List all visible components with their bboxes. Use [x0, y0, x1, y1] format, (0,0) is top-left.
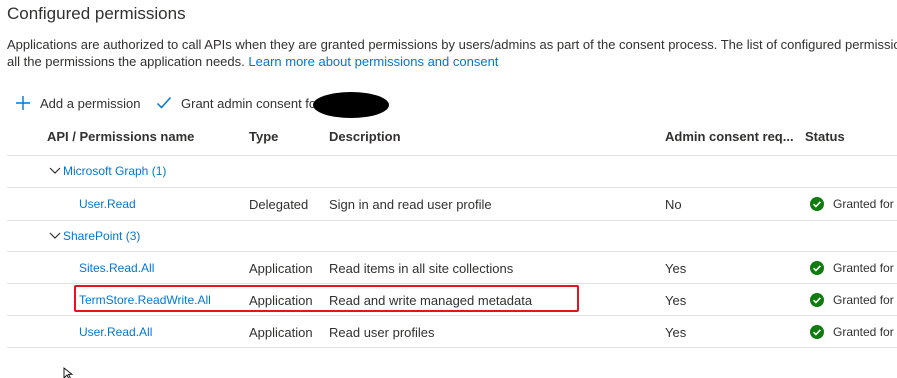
column-header-admin-consent[interactable]: Admin consent req...: [665, 129, 794, 144]
group-label: Microsoft Graph (1): [63, 164, 167, 178]
status-text: Granted for: [833, 325, 894, 339]
admin-consent-required: Yes: [665, 324, 687, 340]
check-circle-icon: [810, 293, 824, 307]
permission-link-sites-read-all[interactable]: Sites.Read.All: [79, 252, 154, 284]
admin-consent-required: Yes: [665, 292, 687, 308]
permission-description: Read items in all site collections: [329, 260, 514, 276]
column-header-api[interactable]: API / Permissions name: [47, 129, 194, 144]
description-line-2-text: all the permissions the application need…: [7, 54, 249, 69]
column-header-description[interactable]: Description: [329, 129, 401, 144]
permission-type: Application: [249, 324, 313, 340]
learn-more-link[interactable]: Learn more about permissions and consent: [248, 54, 498, 69]
highlight-box: [74, 285, 579, 312]
chevron-down-icon: [49, 231, 61, 241]
add-permission-button[interactable]: Add a permission: [14, 93, 140, 113]
status-text: Granted for: [833, 261, 894, 275]
group-toggle-microsoft-graph[interactable]: Microsoft Graph (1): [49, 155, 166, 187]
checkmark-icon: [155, 94, 173, 112]
status-cell: Granted for: [810, 316, 894, 348]
table-row: Sites.Read.All Application Read items in…: [0, 252, 897, 284]
permission-type: Application: [249, 260, 313, 276]
status-text: Granted for: [833, 197, 894, 211]
description-line-2: all the permissions the application need…: [7, 53, 897, 70]
group-row-sharepoint[interactable]: SharePoint (3): [0, 220, 897, 252]
table-row: User.Read Delegated Sign in and read use…: [0, 188, 897, 220]
add-permission-label: Add a permission: [40, 95, 141, 111]
check-circle-icon: [810, 261, 824, 275]
group-toggle-sharepoint[interactable]: SharePoint (3): [49, 220, 140, 252]
column-header-status[interactable]: Status: [805, 129, 845, 144]
section-title: Configured permissions: [7, 4, 186, 23]
table-row: User.Read.All Application Read user prof…: [0, 316, 897, 348]
group-row-microsoft-graph[interactable]: Microsoft Graph (1): [0, 155, 897, 187]
status-text: Granted for: [833, 293, 894, 307]
redaction-mark: [313, 92, 389, 118]
status-cell: Granted for: [810, 284, 894, 316]
permission-description: Read user profiles: [329, 324, 435, 340]
permission-type: Delegated: [249, 196, 309, 212]
status-cell: Granted for: [810, 252, 894, 284]
admin-consent-required: Yes: [665, 260, 687, 276]
admin-consent-required: No: [665, 196, 682, 212]
description-line-1: Applications are authorized to call APIs…: [7, 37, 897, 52]
permission-link-user-read[interactable]: User.Read: [79, 188, 136, 220]
command-bar: Add a permission Grant admin consent fo: [14, 93, 897, 113]
grant-admin-consent-label: Grant admin consent fo: [181, 95, 317, 111]
plus-icon: [14, 94, 32, 112]
section-description: Applications are authorized to call APIs…: [7, 36, 897, 70]
permission-description: Sign in and read user profile: [329, 196, 492, 212]
check-circle-icon: [810, 325, 824, 339]
status-cell: Granted for: [810, 188, 894, 220]
column-header-type[interactable]: Type: [249, 129, 278, 144]
check-circle-icon: [810, 197, 824, 211]
mouse-cursor-icon: [63, 366, 75, 378]
configured-permissions-panel: Configured permissions Applications are …: [0, 0, 897, 378]
group-label: SharePoint (3): [63, 229, 141, 243]
permission-link-user-read-all[interactable]: User.Read.All: [79, 316, 152, 348]
row-divider: [7, 347, 897, 348]
chevron-down-icon: [49, 166, 61, 176]
grant-admin-consent-button[interactable]: Grant admin consent fo: [155, 93, 316, 113]
